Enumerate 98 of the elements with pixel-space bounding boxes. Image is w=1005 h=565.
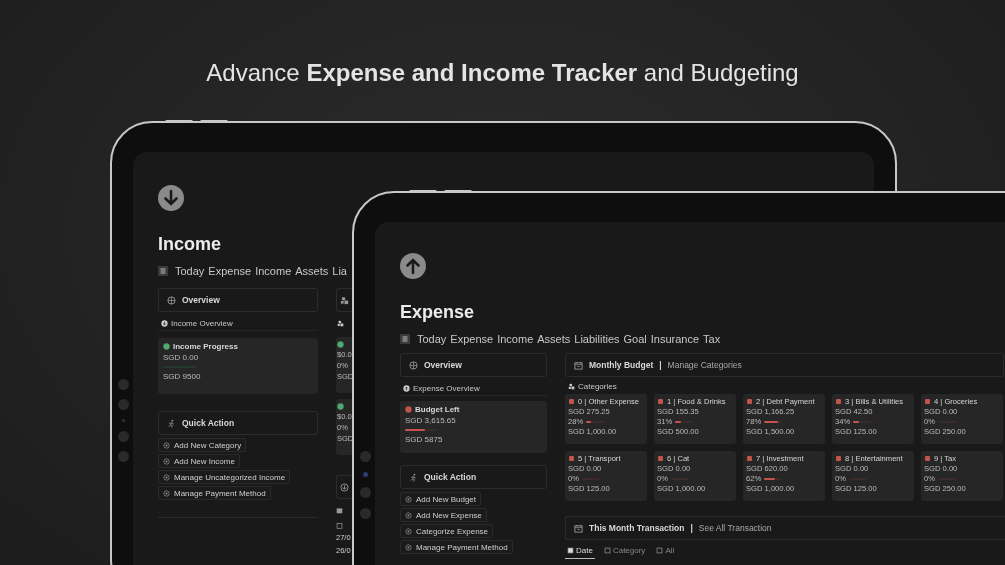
globe-icon xyxy=(167,295,176,305)
action-button[interactable]: Manage Payment Method xyxy=(400,540,513,554)
action-button[interactable]: Manage Payment Method xyxy=(158,486,271,500)
category-icon xyxy=(657,455,664,462)
action-button[interactable]: Manage Uncategorized Income xyxy=(158,470,291,484)
calendar-icon xyxy=(336,507,343,514)
category-icon xyxy=(924,398,931,405)
shapes-icon xyxy=(340,295,349,305)
action-icon xyxy=(163,441,170,449)
category-icon xyxy=(746,398,753,405)
subheading: Income Overview xyxy=(171,318,233,328)
action-icon xyxy=(163,489,170,497)
bezel-dot xyxy=(359,487,371,498)
action-button[interactable]: Add New Category xyxy=(158,438,247,452)
status-dot-icon xyxy=(337,341,344,348)
calendar-icon xyxy=(574,523,583,533)
action-icon xyxy=(405,527,412,535)
bezel-dot xyxy=(359,508,371,519)
nav-tab[interactable]: Today xyxy=(175,265,205,277)
view-icon xyxy=(567,547,574,554)
action-icon xyxy=(405,511,412,519)
headline: Advance Expense and Income Tracker and Budgeting xyxy=(205,58,800,88)
shapes-icon xyxy=(568,382,575,390)
section-title: Quick Action xyxy=(182,418,235,428)
nav-tab[interactable]: Expense xyxy=(208,265,252,277)
nav-tab[interactable]: Insurance xyxy=(650,333,700,345)
nav-tab[interactable]: Assets xyxy=(537,333,571,345)
amount: SGD 3,615.65 xyxy=(405,416,457,425)
view-tab[interactable]: Category xyxy=(601,543,648,559)
nav-tab[interactable]: Income xyxy=(497,333,534,345)
menu-icon[interactable] xyxy=(158,266,168,276)
view-tab[interactable]: All xyxy=(654,543,677,559)
status-dot-icon xyxy=(163,343,170,350)
section-link[interactable]: See All Transaction xyxy=(698,523,772,533)
nav-tab[interactable]: Assets xyxy=(295,265,329,277)
action-icon xyxy=(163,473,170,481)
status-dot-icon xyxy=(337,403,344,410)
upload-icon xyxy=(403,384,410,392)
section-title: Monthly Budget xyxy=(589,360,654,370)
view-icon xyxy=(656,547,664,554)
separator-text: | xyxy=(690,523,693,533)
action-button[interactable]: Categorize Expense xyxy=(400,524,494,538)
category-icon xyxy=(657,398,664,405)
menu-icon[interactable] xyxy=(400,334,410,344)
calendar-icon xyxy=(574,360,583,370)
bezel-dot xyxy=(362,472,368,477)
nav-tab[interactable]: Today xyxy=(417,333,447,345)
section-title: This Month Transaction xyxy=(589,523,685,533)
arrow-up-icon xyxy=(400,253,426,279)
running-figure-icon xyxy=(409,472,418,482)
nav-tab[interactable]: Goal xyxy=(623,333,647,345)
action-icon xyxy=(163,457,170,465)
nav-tab[interactable]: Tax xyxy=(703,333,721,345)
nav-tab[interactable]: Liabilities xyxy=(574,333,620,345)
action-icon xyxy=(405,543,412,551)
target: SGD 9500 xyxy=(163,372,202,381)
nav-tab[interactable]: Lia xyxy=(332,265,347,277)
section-title: Overview xyxy=(182,295,220,305)
globe-icon xyxy=(409,360,418,370)
category-icon xyxy=(568,455,575,462)
bezel-dot xyxy=(117,431,129,442)
separator-text: | xyxy=(659,360,662,370)
page-title: Income xyxy=(158,233,223,255)
page-title: Expense xyxy=(400,301,476,323)
target: SGD 5875 xyxy=(405,435,444,444)
bezel-dot xyxy=(121,419,125,422)
subheading: Expense Overview xyxy=(413,383,480,393)
section-link[interactable]: Manage Categories xyxy=(667,360,742,370)
nav-tab[interactable]: Expense xyxy=(450,333,494,345)
download-icon xyxy=(161,319,168,327)
section-title: Overview xyxy=(424,360,462,370)
bezel-dot xyxy=(359,451,371,462)
category-icon xyxy=(568,398,575,405)
bezel-dot xyxy=(117,451,129,462)
calendar-icon xyxy=(336,522,343,529)
action-button[interactable]: Add New Budget xyxy=(400,492,482,506)
running-figure-icon xyxy=(167,418,176,428)
action-button[interactable]: Add New Expense xyxy=(400,508,487,522)
bezel-dot xyxy=(117,399,129,410)
category-icon xyxy=(924,455,931,462)
view-icon xyxy=(603,547,611,554)
card-title: Income Progress xyxy=(173,342,238,351)
download-icon xyxy=(340,482,349,492)
card-title: Budget Left xyxy=(415,405,460,414)
bezel-dot xyxy=(117,379,129,390)
action-button[interactable]: Add New Income xyxy=(158,454,240,468)
arrow-down-icon xyxy=(158,185,184,211)
category-icon xyxy=(835,398,842,405)
status-dot-icon xyxy=(405,406,412,413)
subheading: Categories xyxy=(578,381,617,391)
nav-tab[interactable]: Income xyxy=(255,265,292,277)
section-title: Quick Action xyxy=(424,472,477,482)
shapes-icon xyxy=(337,319,344,327)
category-icon xyxy=(746,455,753,462)
view-tab[interactable]: Date xyxy=(565,543,595,559)
action-icon xyxy=(405,495,412,503)
category-icon xyxy=(835,455,842,462)
amount: SGD 0.00 xyxy=(163,353,200,362)
